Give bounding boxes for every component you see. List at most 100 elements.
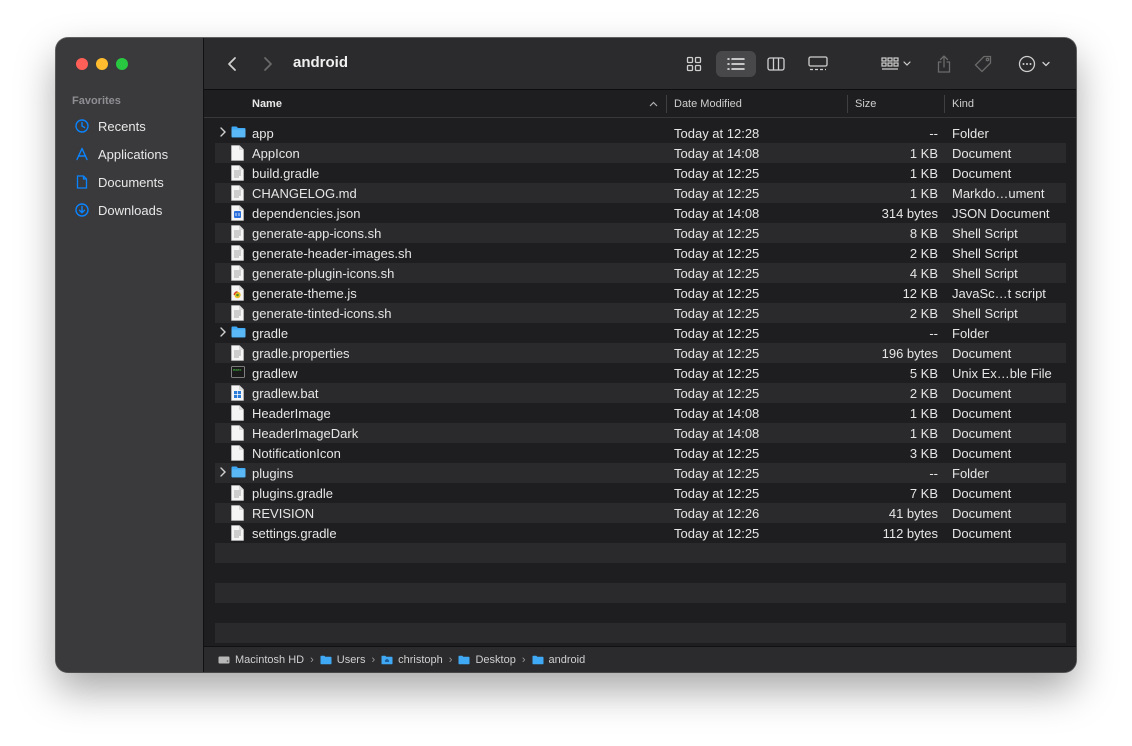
group-by-button[interactable]: [876, 51, 916, 77]
path-crumb[interactable]: christoph ›: [381, 654, 458, 666]
column-header-name[interactable]: Name: [252, 98, 282, 110]
action-menu-button[interactable]: [1014, 51, 1054, 77]
folder-icon: [458, 655, 470, 665]
column-divider[interactable]: [944, 95, 945, 113]
file-list: app Today at 12:28 -- Folder AppIcon Today at…: [215, 123, 1066, 643]
path-crumb[interactable]: Users ›: [320, 654, 381, 666]
path-crumb[interactable]: android: [532, 654, 585, 666]
file-row[interactable]: REVISION Today at 12:26 41 bytes Document: [215, 503, 1066, 523]
toolbar: android: [204, 38, 1076, 90]
file-row[interactable]: HeaderImageDark Today at 14:08 1 KB Documen…: [215, 423, 1066, 443]
close-button[interactable]: [76, 58, 88, 70]
file-date-modified: Today at 12:25: [674, 346, 760, 361]
file-date-modified: Today at 12:25: [674, 306, 760, 321]
file-name: generate-plugin-icons.sh: [252, 266, 395, 281]
forward-button[interactable]: [258, 51, 278, 77]
file-size: 196 bytes: [881, 346, 938, 361]
file-row[interactable]: HeaderImage Today at 14:08 1 KB Document: [215, 403, 1066, 423]
empty-row: [215, 623, 1066, 643]
path-bar: Macintosh HD › Users › christoph › Desktop › and…: [204, 646, 1076, 672]
column-divider[interactable]: [666, 95, 667, 113]
sidebar-item-recents[interactable]: Recents: [64, 112, 196, 140]
file-icon: [231, 145, 245, 161]
sidebar-item-downloads[interactable]: Downloads: [64, 196, 196, 224]
file-size: 2 KB: [909, 306, 938, 321]
file-row[interactable]: CHANGELOG.md Today at 12:25 1 KB Markdo…ume…: [215, 183, 1066, 203]
file-row[interactable]: plugins Today at 12:25 -- Folder: [215, 463, 1066, 483]
path-crumb-label: Macintosh HD: [235, 653, 305, 666]
icon-view-button[interactable]: [676, 51, 712, 77]
file-date-modified: Today at 12:25: [674, 466, 760, 481]
file-kind: Document: [952, 506, 1012, 521]
file-kind: Unix Ex…ble File: [952, 366, 1052, 381]
file-row[interactable]: dependencies.json Today at 14:08 314 bytes…: [215, 203, 1066, 223]
disclosure-triangle-icon[interactable]: [219, 126, 229, 140]
file-row[interactable]: app Today at 12:28 -- Folder: [215, 123, 1066, 143]
zoom-button[interactable]: [116, 58, 128, 70]
disclosure-triangle-icon[interactable]: [219, 466, 229, 480]
file-kind: Document: [952, 446, 1012, 461]
file-row[interactable]: gradlew.bat Today at 12:25 2 KB Document: [215, 383, 1066, 403]
chevron-right-icon: ›: [310, 653, 314, 666]
file-row[interactable]: settings.gradle Today at 12:25 112 bytes Do…: [215, 523, 1066, 543]
path-crumb[interactable]: Desktop ›: [458, 654, 531, 666]
file-name: app: [252, 126, 274, 141]
path-crumb[interactable]: Macintosh HD ›: [218, 654, 320, 666]
file-row[interactable]: generate-tinted-icons.sh Today at 12:25 2 …: [215, 303, 1066, 323]
file-row[interactable]: generate-theme.js Today at 12:25 12 KB Java…: [215, 283, 1066, 303]
list-view-button[interactable]: [716, 51, 756, 77]
file-kind: Markdo…ument: [952, 186, 1045, 201]
file-name: settings.gradle: [252, 526, 337, 541]
column-header-kind[interactable]: Kind: [952, 98, 974, 110]
disclosure-triangle-icon[interactable]: [219, 326, 229, 340]
columns-icon: [767, 57, 785, 71]
file-row[interactable]: exec gradlew Today at 12:25 5 KB Unix Ex…ble…: [215, 363, 1066, 383]
folder-icon: [231, 125, 246, 141]
home-folder-icon: [381, 655, 393, 665]
column-header-date[interactable]: Date Modified: [674, 98, 742, 110]
file-size: 8 KB: [909, 226, 938, 241]
file-row[interactable]: build.gradle Today at 12:25 1 KB Document: [215, 163, 1066, 183]
file-date-modified: Today at 12:25: [674, 446, 760, 461]
column-view-button[interactable]: [758, 51, 794, 77]
json-file-icon: [231, 205, 245, 221]
file-size: 1 KB: [909, 406, 938, 421]
gallery-view-button[interactable]: [800, 51, 836, 77]
file-row[interactable]: generate-header-images.sh Today at 12:25 2…: [215, 243, 1066, 263]
file-row[interactable]: NotificationIcon Today at 12:25 3 KB Docume…: [215, 443, 1066, 463]
file-name: REVISION: [252, 506, 315, 521]
file-kind: Shell Script: [952, 306, 1018, 321]
file-row[interactable]: generate-plugin-icons.sh Today at 12:25 4 …: [215, 263, 1066, 283]
file-date-modified: Today at 12:25: [674, 226, 760, 241]
text-file-icon: [231, 245, 245, 261]
file-date-modified: Today at 12:25: [674, 286, 760, 301]
folder-icon: [231, 465, 246, 481]
back-button[interactable]: [222, 51, 242, 77]
sidebar-item-applications[interactable]: Applications: [64, 140, 196, 168]
file-size: 4 KB: [909, 266, 938, 281]
file-name: gradle: [252, 326, 289, 341]
file-date-modified: Today at 14:08: [674, 426, 760, 441]
column-divider[interactable]: [847, 95, 848, 113]
tags-button[interactable]: [970, 51, 996, 77]
path-crumb-label: christoph: [398, 653, 443, 666]
file-date-modified: Today at 12:25: [674, 326, 760, 341]
file-kind: Folder: [952, 326, 989, 341]
group-icon: [881, 57, 911, 70]
file-size: 112 bytes: [882, 526, 938, 541]
file-row[interactable]: AppIcon Today at 14:08 1 KB Document: [215, 143, 1066, 163]
text-file-icon: [231, 345, 245, 361]
file-kind: JavaSc…t script: [952, 286, 1046, 301]
file-name: HeaderImage: [252, 406, 331, 421]
sidebar-item-documents[interactable]: Documents: [64, 168, 196, 196]
file-date-modified: Today at 12:28: [674, 126, 760, 141]
file-row[interactable]: gradle.properties Today at 12:25 196 bytes…: [215, 343, 1066, 363]
file-row[interactable]: generate-app-icons.sh Today at 12:25 8 KB S…: [215, 223, 1066, 243]
file-size: 2 KB: [909, 246, 938, 261]
share-button[interactable]: [932, 51, 956, 77]
column-header-size[interactable]: Size: [855, 98, 876, 110]
document-icon: [74, 174, 90, 190]
minimize-button[interactable]: [96, 58, 108, 70]
file-row[interactable]: plugins.gradle Today at 12:25 7 KB Document: [215, 483, 1066, 503]
file-row[interactable]: gradle Today at 12:25 -- Folder: [215, 323, 1066, 343]
